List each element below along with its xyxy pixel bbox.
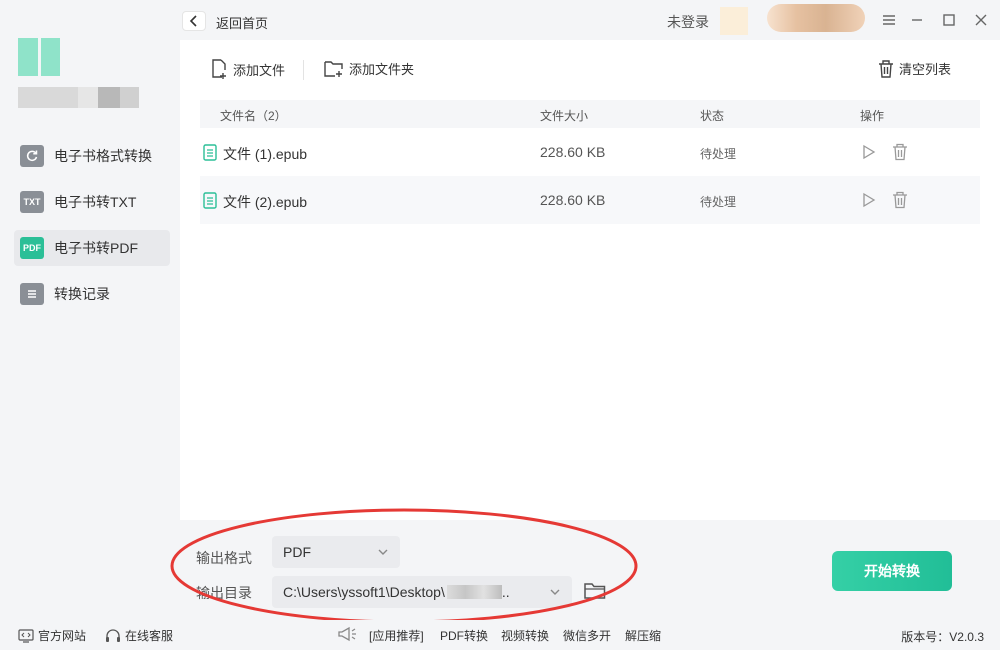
avatar[interactable] bbox=[720, 7, 748, 35]
output-format-value: PDF bbox=[283, 544, 311, 560]
toolbar-divider bbox=[303, 60, 304, 80]
column-header-action: 操作 bbox=[860, 109, 885, 123]
refresh-icon bbox=[20, 145, 44, 167]
add-file-icon bbox=[212, 59, 226, 79]
chevron-left-icon bbox=[189, 15, 197, 27]
minimize-icon[interactable] bbox=[906, 9, 928, 31]
promo-unzip-link[interactable]: 解压缩 bbox=[625, 627, 661, 644]
website-icon bbox=[18, 628, 34, 643]
chevron-down-icon bbox=[378, 549, 388, 555]
add-folder-icon bbox=[324, 60, 343, 77]
sidebar-item-label: 电子书转PDF bbox=[54, 240, 138, 256]
promo-pdf-convert-link[interactable]: PDF转换 bbox=[440, 627, 488, 644]
pdf-icon: PDF bbox=[20, 237, 44, 259]
add-file-button[interactable]: 添加文件 bbox=[210, 59, 285, 79]
sidebar-item-conversion-history[interactable]: 转换记录 bbox=[14, 276, 170, 312]
file-name: 文件 (1).epub bbox=[223, 146, 308, 162]
sidebar-item-label: 转换记录 bbox=[54, 286, 110, 302]
online-support-label: 在线客服 bbox=[125, 629, 174, 643]
back-button[interactable] bbox=[182, 11, 206, 31]
sidebar-item-ebook-to-txt[interactable]: TXT 电子书转TXT bbox=[14, 184, 170, 220]
sidebar-item-label: 电子书转TXT bbox=[54, 194, 137, 210]
txt-icon: TXT bbox=[20, 191, 44, 213]
output-format-label: 输出格式 bbox=[196, 550, 252, 566]
play-icon[interactable] bbox=[862, 192, 876, 208]
titlebar: 返回首页 未登录 bbox=[180, 0, 1000, 40]
file-status: 待处理 bbox=[700, 195, 737, 209]
sidebar-nav: 电子书格式转换 TXT 电子书转TXT PDF 电子书转PDF 转换记录 bbox=[14, 138, 170, 322]
folder-icon[interactable] bbox=[584, 582, 606, 600]
document-icon bbox=[203, 144, 217, 161]
file-name: 文件 (2).epub bbox=[223, 194, 308, 210]
output-dir-ellipsis: .. bbox=[501, 584, 510, 600]
column-header-name: 文件名（2） bbox=[220, 109, 287, 123]
delete-icon[interactable] bbox=[892, 143, 908, 161]
official-website-link[interactable]: 官方网站 bbox=[18, 627, 86, 644]
user-info-redacted[interactable] bbox=[767, 4, 865, 32]
promo-video-convert-link[interactable]: 视频转换 bbox=[501, 627, 549, 644]
add-folder-button[interactable]: 添加文件夹 bbox=[324, 59, 414, 78]
table-row[interactable]: 文件 (1).epub 228.60 KB 待处理 bbox=[200, 128, 980, 176]
file-list-panel: 添加文件 添加文件夹 清空列表 文件名（2） 文件大小 状态 操作 文件 (1)… bbox=[180, 40, 1000, 520]
output-format-select[interactable]: PDF bbox=[272, 536, 400, 568]
app-recommend-label: [应用推荐] bbox=[369, 629, 424, 643]
sidebar: 电子书格式转换 TXT 电子书转TXT PDF 电子书转PDF 转换记录 bbox=[0, 0, 180, 650]
chevron-down-icon bbox=[550, 589, 560, 595]
output-dir-label: 输出目录 bbox=[196, 585, 252, 601]
clear-list-label: 清空列表 bbox=[899, 62, 952, 77]
footer: 官方网站 在线客服 [应用推荐] PDF转换 视频转换 微信多开 解压缩 版本号… bbox=[0, 620, 1000, 650]
app-logo bbox=[18, 38, 60, 76]
megaphone-icon bbox=[338, 626, 356, 642]
file-status: 待处理 bbox=[700, 147, 737, 161]
add-file-label: 添加文件 bbox=[233, 62, 286, 78]
trash-icon bbox=[879, 59, 893, 78]
add-folder-label: 添加文件夹 bbox=[349, 62, 415, 77]
back-home-label[interactable]: 返回首页 bbox=[216, 13, 268, 32]
start-convert-button[interactable]: 开始转换 bbox=[832, 551, 952, 591]
output-dir-select[interactable]: C:\Users\yssoft1\Desktop\.. bbox=[272, 576, 572, 608]
output-dir-value: C:\Users\yssoft1\Desktop\ bbox=[283, 584, 445, 600]
maximize-icon[interactable] bbox=[938, 9, 960, 31]
menu-icon[interactable] bbox=[878, 9, 900, 31]
close-icon[interactable] bbox=[970, 9, 992, 31]
path-redacted bbox=[446, 585, 502, 599]
headset-icon bbox=[106, 628, 120, 642]
login-status[interactable]: 未登录 bbox=[667, 12, 709, 32]
clear-list-button[interactable]: 清空列表 bbox=[878, 59, 951, 78]
sidebar-item-ebook-to-pdf[interactable]: PDF 电子书转PDF bbox=[14, 230, 170, 266]
document-icon bbox=[203, 192, 217, 209]
sidebar-item-ebook-format-convert[interactable]: 电子书格式转换 bbox=[14, 138, 170, 174]
version-label: 版本号：V2.0.3 bbox=[901, 630, 984, 644]
list-icon bbox=[20, 283, 44, 305]
sidebar-item-label: 电子书格式转换 bbox=[54, 148, 152, 164]
official-website-label: 官方网站 bbox=[38, 629, 87, 643]
online-support-link[interactable]: 在线客服 bbox=[105, 627, 173, 644]
file-size: 228.60 KB bbox=[540, 144, 606, 160]
table-header: 文件名（2） 文件大小 状态 操作 bbox=[200, 100, 980, 128]
promo-wechat-multi-link[interactable]: 微信多开 bbox=[563, 627, 611, 644]
column-header-status: 状态 bbox=[700, 109, 725, 123]
file-size: 228.60 KB bbox=[540, 192, 606, 208]
app-name-redacted bbox=[18, 87, 139, 108]
output-settings: 输出格式 PDF 输出目录 C:\Users\yssoft1\Desktop\.… bbox=[170, 508, 1000, 624]
delete-icon[interactable] bbox=[892, 191, 908, 209]
play-icon[interactable] bbox=[862, 144, 876, 160]
table-row[interactable]: 文件 (2).epub 228.60 KB 待处理 bbox=[200, 176, 980, 224]
column-header-size: 文件大小 bbox=[540, 109, 589, 123]
